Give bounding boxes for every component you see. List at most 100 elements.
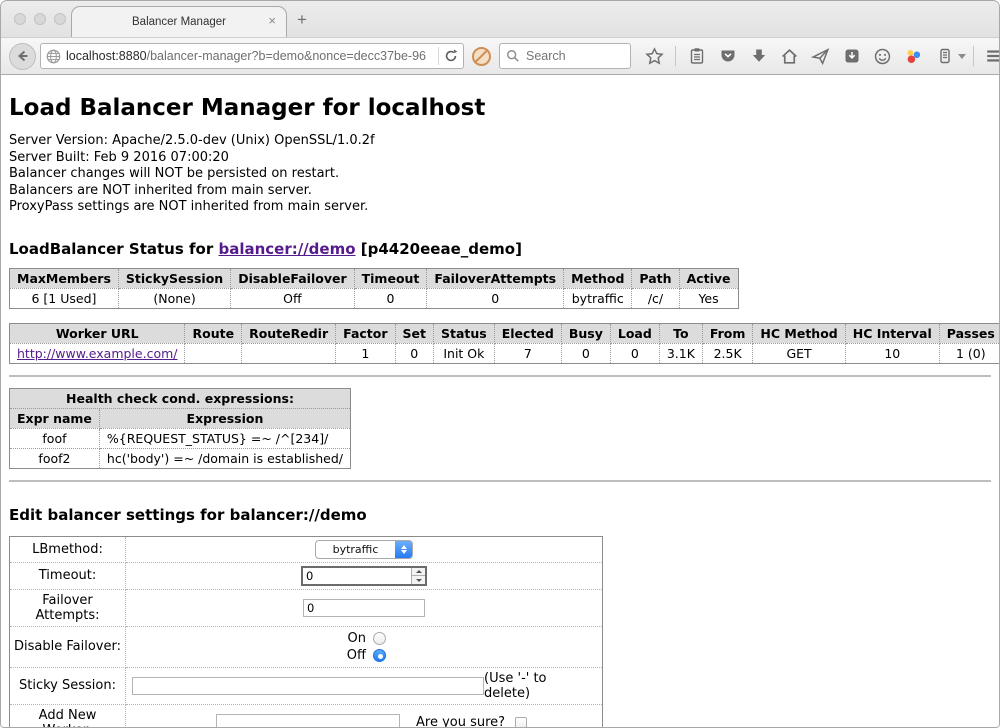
close-window-button[interactable] bbox=[14, 13, 26, 25]
sticky-session-cell: (Use '-' to delete) bbox=[130, 671, 598, 701]
cell-timeout: 0 bbox=[354, 288, 427, 308]
health-table-title: Health check cond. expressions: bbox=[10, 388, 351, 408]
radio-off[interactable] bbox=[373, 649, 386, 662]
new-tab-button[interactable]: + bbox=[297, 10, 307, 30]
health-title-row: Health check cond. expressions: bbox=[10, 388, 351, 408]
health-header-row: Expr name Expression bbox=[10, 408, 351, 428]
failover-attempts-input[interactable] bbox=[303, 599, 425, 617]
send-tab-button[interactable] bbox=[807, 43, 834, 70]
status-heading-prefix: LoadBalancer Status for bbox=[9, 240, 218, 258]
health-row-foof: foof %{REQUEST_STATUS} =~ /^[234]/ bbox=[10, 428, 351, 448]
clipboard-icon bbox=[688, 47, 706, 65]
url-bar[interactable]: localhost:8880/balancer-manager?b=demo&n… bbox=[40, 43, 464, 69]
overflow-caret-icon[interactable] bbox=[958, 54, 966, 59]
health-check-table: Health check cond. expressions: Expr nam… bbox=[9, 388, 351, 469]
radio-on[interactable] bbox=[373, 632, 386, 645]
timeout-input[interactable] bbox=[303, 568, 411, 584]
worker-header-row: Worker URL Route RouteRedir Factor Set S… bbox=[10, 323, 1000, 343]
notice-proxypass: ProxyPass settings are NOT inherited fro… bbox=[9, 199, 991, 216]
cell-failoverattempts: 0 bbox=[427, 288, 564, 308]
col-factor: Factor bbox=[336, 323, 395, 343]
are-you-sure-checkbox[interactable] bbox=[515, 717, 527, 728]
pocket-icon bbox=[719, 47, 737, 65]
section-divider-1 bbox=[9, 375, 991, 377]
tab-close-icon[interactable]: × bbox=[268, 14, 276, 28]
balancer-demo-link[interactable]: balancer://demo bbox=[218, 240, 355, 258]
toolbar-divider-2 bbox=[973, 46, 974, 66]
disable-failover-row: Disable Failover: On Off bbox=[10, 626, 603, 667]
col-worker-url: Worker URL bbox=[10, 323, 185, 343]
url-path: /balancer-manager?b=demo&nonce=decc37be-… bbox=[147, 49, 426, 63]
cell-elected: 7 bbox=[494, 343, 561, 363]
downloads-button[interactable] bbox=[745, 43, 772, 70]
sticky-session-hint: (Use '-' to delete) bbox=[484, 671, 598, 701]
col-method: Method bbox=[564, 268, 632, 288]
cell-expression-foof2: hc('body') =~ /domain is established/ bbox=[99, 448, 350, 468]
server-built: Server Built: Feb 9 2016 07:00:20 bbox=[9, 150, 991, 167]
sticky-session-label: Sticky Session: bbox=[10, 667, 126, 704]
lbmethod-row: LBmethod: bytraffic bbox=[10, 536, 603, 562]
radio-line-off: Off bbox=[130, 647, 598, 664]
zoom-window-button[interactable] bbox=[54, 13, 66, 25]
worker-status-table: Worker URL Route RouteRedir Factor Set S… bbox=[9, 323, 999, 364]
reload-icon[interactable] bbox=[443, 48, 459, 64]
window-controls bbox=[14, 13, 66, 25]
col-to: To bbox=[659, 323, 702, 343]
cell-hc-method: GET bbox=[753, 343, 845, 363]
col-routeredir: RouteRedir bbox=[242, 323, 336, 343]
radio-off-label: Off bbox=[342, 647, 366, 664]
cell-routeredir bbox=[242, 343, 336, 363]
feedback-button[interactable] bbox=[869, 43, 896, 70]
url-domain: localhost:8880 bbox=[66, 49, 147, 63]
cell-expression-foof: %{REQUEST_STATUS} =~ /^[234]/ bbox=[99, 428, 350, 448]
back-button[interactable] bbox=[9, 43, 36, 70]
add-worker-cell: Are you sure? bbox=[130, 714, 598, 728]
reading-list-button[interactable] bbox=[683, 43, 710, 70]
col-failoverattempts: FailoverAttempts bbox=[427, 268, 564, 288]
cell-expr-name-foof2: foof2 bbox=[10, 448, 100, 468]
tab-balancer-manager[interactable]: Balancer Manager × bbox=[71, 6, 287, 37]
image-blocked-icon[interactable] bbox=[472, 47, 491, 66]
cell-stickysession: (None) bbox=[118, 288, 230, 308]
search-icon bbox=[506, 49, 520, 63]
hamburger-icon bbox=[985, 46, 1000, 66]
col-disablefailover: DisableFailover bbox=[231, 268, 354, 288]
sticky-session-input[interactable] bbox=[132, 677, 484, 695]
container-button[interactable] bbox=[931, 43, 958, 70]
pocket-button[interactable] bbox=[714, 43, 741, 70]
cell-status: Init Ok bbox=[434, 343, 495, 363]
col-stickysession: StickySession bbox=[118, 268, 230, 288]
minimize-window-button[interactable] bbox=[34, 13, 46, 25]
col-elected: Elected bbox=[494, 323, 561, 343]
lbmethod-select[interactable]: bytraffic bbox=[315, 540, 413, 559]
home-icon bbox=[780, 47, 799, 66]
globe-icon bbox=[45, 48, 62, 65]
download-arrow-icon bbox=[750, 47, 768, 65]
cell-path: /c/ bbox=[632, 288, 679, 308]
number-spinner-icon[interactable] bbox=[411, 568, 425, 584]
cell-factor: 1 bbox=[336, 343, 395, 363]
save-page-button[interactable] bbox=[838, 43, 865, 70]
section-divider-2 bbox=[9, 480, 991, 482]
lbmethod-label: LBmethod: bbox=[10, 536, 126, 562]
search-bar[interactable] bbox=[499, 43, 631, 69]
balancer-status-table: MaxMembers StickySession DisableFailover… bbox=[9, 268, 739, 309]
col-route: Route bbox=[185, 323, 242, 343]
bookmark-star-button[interactable] bbox=[641, 43, 668, 70]
menu-button[interactable] bbox=[981, 43, 1000, 70]
col-passes: Passes bbox=[939, 323, 999, 343]
search-input[interactable] bbox=[524, 48, 614, 64]
add-worker-input[interactable] bbox=[216, 714, 400, 728]
balancer-data-row: 6 [1 Used] (None) Off 0 0 bytraffic /c/ … bbox=[10, 288, 739, 308]
radio-on-label: On bbox=[342, 630, 366, 647]
home-button[interactable] bbox=[776, 43, 803, 70]
worker-url-link[interactable]: http://www.example.com/ bbox=[17, 346, 177, 361]
navigation-toolbar: localhost:8880/balancer-manager?b=demo&n… bbox=[1, 37, 999, 75]
cell-disablefailover: Off bbox=[231, 288, 354, 308]
timeout-label: Timeout: bbox=[10, 562, 126, 589]
col-expr-name: Expr name bbox=[10, 408, 100, 428]
extension-colored-dots-button[interactable] bbox=[900, 43, 927, 70]
cell-passes: 1 (0) bbox=[939, 343, 999, 363]
cell-active: Yes bbox=[679, 288, 738, 308]
edit-settings-heading: Edit balancer settings for balancer://de… bbox=[9, 506, 991, 524]
